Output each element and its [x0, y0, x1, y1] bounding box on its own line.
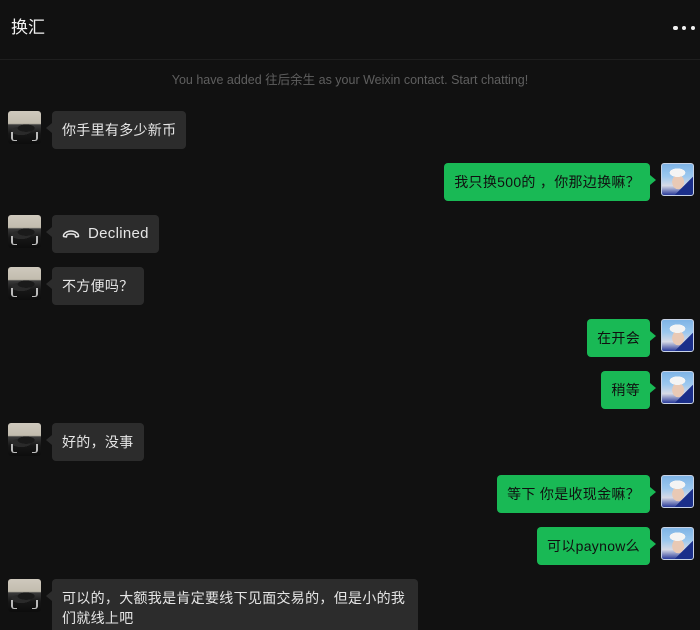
message-row-outgoing: 我只换500的 ，你那边换嘛？ — [0, 163, 700, 201]
my-avatar[interactable] — [661, 527, 694, 560]
message-bubble[interactable]: 可以paynow么 — [537, 527, 656, 565]
system-message: You have added 往后余生 as your Weixin conta… — [171, 73, 529, 87]
more-horizontal-icon-dot — [681, 25, 687, 31]
contact-avatar[interactable] — [8, 267, 41, 300]
more-options-button[interactable] — [673, 21, 695, 35]
message-row-outgoing: 可以paynow么 — [0, 527, 700, 565]
message-row-incoming: 你手里有多少新币 — [0, 111, 700, 149]
message-bubble[interactable]: 在开会 — [587, 319, 656, 357]
message-row-incoming: Declined — [0, 215, 700, 253]
message-bubble[interactable]: 你手里有多少新币 — [45, 111, 187, 149]
message-row-outgoing: 稍等 — [0, 371, 700, 409]
message-bubble[interactable]: 不方便吗？ — [46, 267, 144, 305]
message-row-outgoing: 等下 你是收现金嘛？ — [0, 475, 700, 513]
my-avatar[interactable] — [661, 319, 694, 352]
contact-avatar[interactable] — [8, 111, 41, 144]
contact-avatar[interactable] — [8, 215, 41, 248]
message-bubble[interactable]: 我只换500的 ，你那边换嘛？ — [444, 163, 656, 201]
chat-header: 换汇 — [0, 0, 700, 60]
message-row-incoming: 不方便吗？ — [0, 267, 700, 305]
my-avatar[interactable] — [661, 475, 694, 508]
chat-title: 换汇 — [11, 18, 45, 37]
my-avatar[interactable] — [661, 163, 694, 196]
message-row-outgoing: 在开会 — [0, 319, 700, 357]
message-bubble[interactable]: 可以的，大额我是肯定要线下见面交易的，但是小的我们就线上吧 — [46, 579, 418, 630]
call-record-bubble[interactable]: Declined — [46, 215, 159, 253]
message-list[interactable]: You have added 往后余生 as your Weixin conta… — [0, 60, 700, 630]
message-bubble[interactable]: 稍等 — [601, 371, 656, 409]
more-horizontal-icon-dot — [690, 25, 695, 31]
message-row-incoming: 可以的，大额我是肯定要线下见面交易的，但是小的我们就线上吧 — [0, 579, 700, 630]
contact-avatar[interactable] — [8, 423, 41, 456]
more-horizontal-icon-dot — [673, 25, 678, 31]
message-bubble[interactable]: 好的，没事 — [46, 423, 144, 461]
message-row-incoming: 好的，没事 — [0, 423, 700, 461]
contact-avatar[interactable] — [8, 579, 41, 612]
phone-hangup-icon — [62, 229, 80, 239]
call-status-label: Declined — [88, 225, 149, 242]
message-bubble[interactable]: 等下 你是收现金嘛？ — [497, 475, 656, 513]
my-avatar[interactable] — [661, 371, 694, 404]
